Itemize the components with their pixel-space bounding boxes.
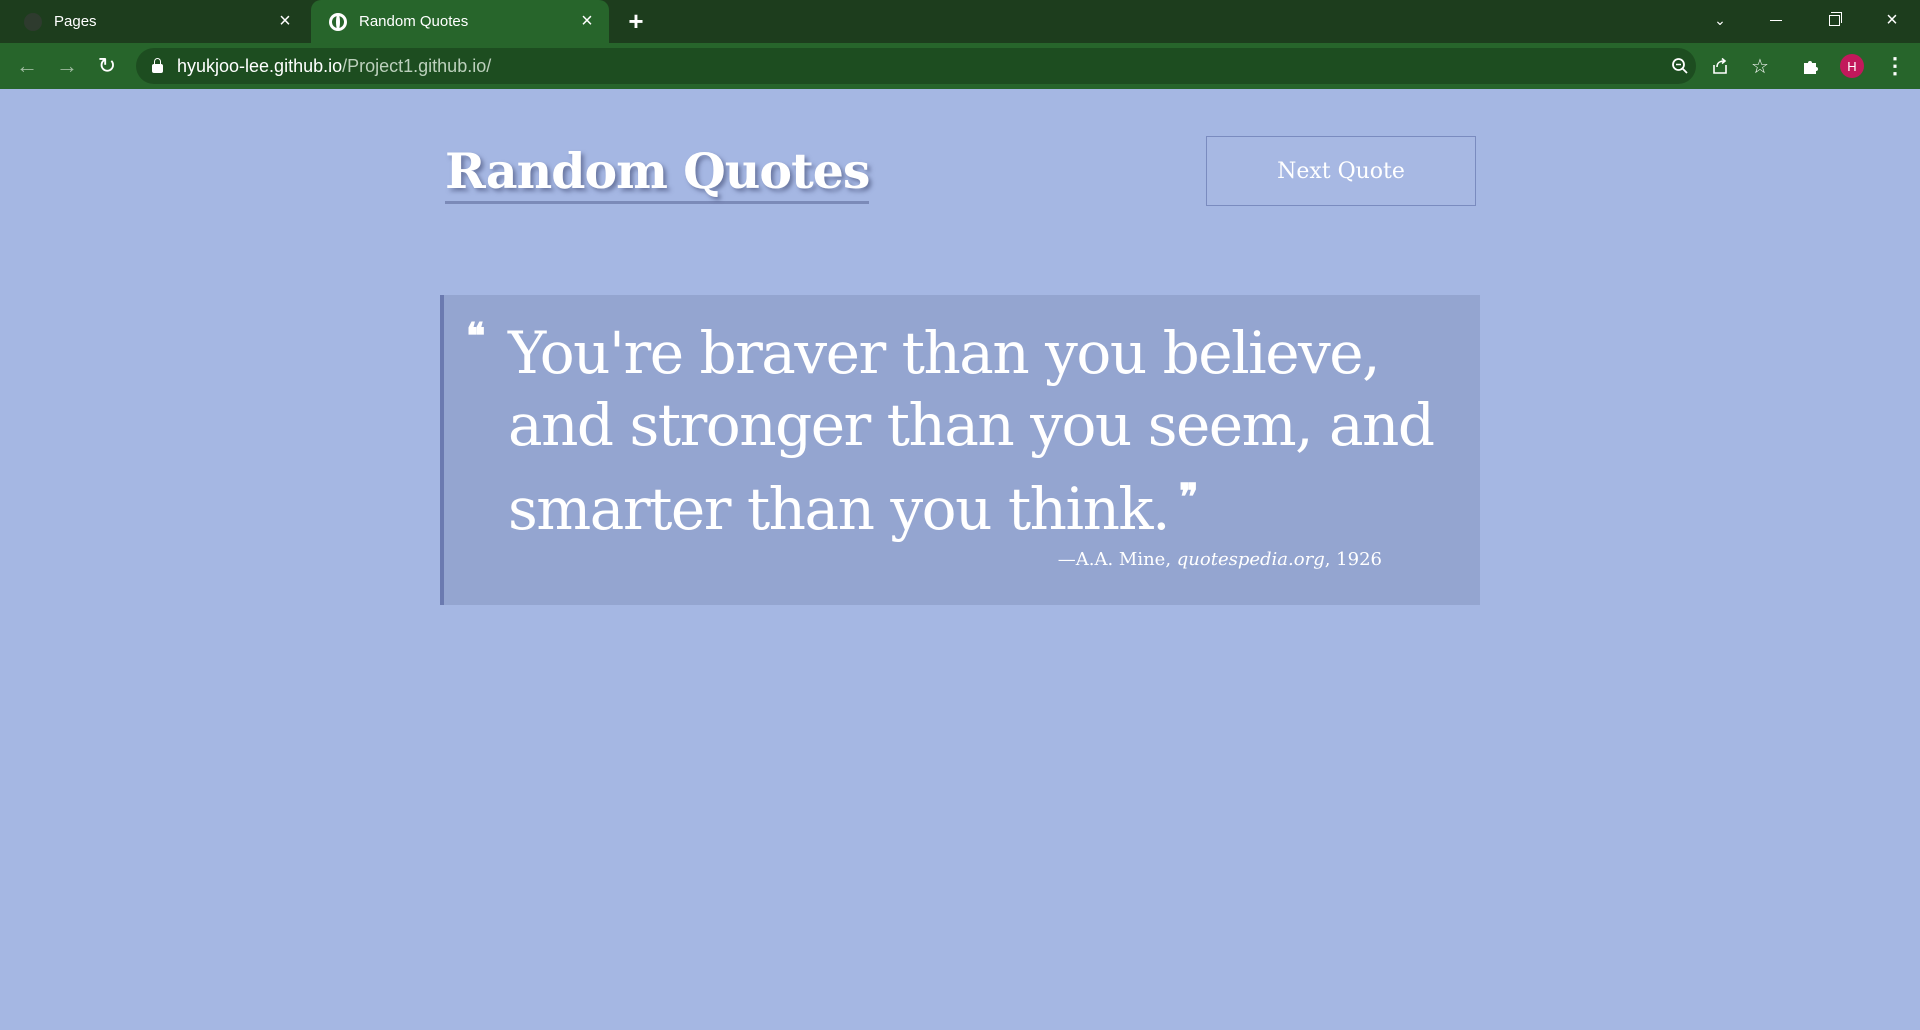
quote-citation: quotespedia.org [1176, 549, 1325, 570]
tab-pages[interactable]: Pages × [0, 0, 307, 43]
next-quote-button[interactable]: Next Quote [1206, 136, 1476, 206]
url-path: /Project1.github.io/ [342, 55, 492, 76]
close-quote-icon: ❞ [1179, 476, 1198, 518]
quote-box: ❝ You're braver than you believe, and st… [440, 295, 1480, 605]
close-window-button[interactable]: × [1864, 0, 1920, 40]
tab-search-chevron-icon[interactable]: ⌄ [1692, 0, 1748, 40]
reload-icon[interactable]: ↻ [92, 51, 122, 81]
lock-icon[interactable] [152, 58, 163, 73]
close-tab-icon[interactable]: × [575, 10, 599, 34]
extensions-puzzle-icon[interactable] [1796, 51, 1826, 81]
menu-kebab-icon[interactable]: ⋮ [1880, 51, 1910, 81]
url-host: hyukjoo-lee.github.io [177, 55, 343, 76]
url-text[interactable]: hyukjoo-lee.github.io/Project1.github.io… [177, 56, 491, 77]
tab-title: Pages [54, 13, 97, 30]
address-bar[interactable]: hyukjoo-lee.github.io/Project1.github.io… [136, 48, 1769, 84]
browser-toolbar: ← → ↻ hyukjoo-lee.github.io/Project1.git… [0, 43, 1920, 89]
forward-arrow-icon[interactable]: → [52, 51, 82, 81]
share-icon[interactable] [1702, 48, 1738, 84]
restore-icon [1828, 11, 1842, 26]
page-content: Random Quotes Next Quote ❝ You're braver… [0, 89, 1920, 1030]
back-arrow-icon[interactable]: ← [12, 51, 42, 81]
tab-random-quotes[interactable]: Random Quotes × [311, 0, 609, 43]
tab-bar: Pages × Random Quotes × + ⌄ × [0, 0, 1920, 43]
page-title: Random Quotes [445, 141, 870, 204]
minimize-button[interactable] [1748, 0, 1804, 40]
open-quote-icon: ❝ [466, 315, 486, 357]
restore-button[interactable] [1806, 0, 1862, 40]
tab-title: Random Quotes [359, 13, 469, 30]
globe-icon [329, 12, 347, 31]
close-tab-icon[interactable]: × [273, 10, 297, 34]
quote-body: You're braver than you believe, and stro… [508, 319, 1435, 543]
quote-source: —A.A. Mine, quotespedia.org, 1926 [1058, 549, 1382, 570]
quote-text: You're braver than you believe, and stro… [508, 317, 1468, 545]
profile-avatar[interactable]: H [1840, 54, 1864, 78]
quote-author: —A.A. Mine, [1057, 549, 1177, 570]
minimize-icon [1770, 19, 1782, 21]
quote-year: , 1926 [1324, 549, 1382, 570]
zoom-icon[interactable] [1662, 48, 1698, 84]
new-tab-button[interactable]: + [622, 8, 650, 36]
bookmark-star-icon[interactable]: ☆ [1742, 48, 1778, 84]
github-icon [24, 12, 42, 31]
